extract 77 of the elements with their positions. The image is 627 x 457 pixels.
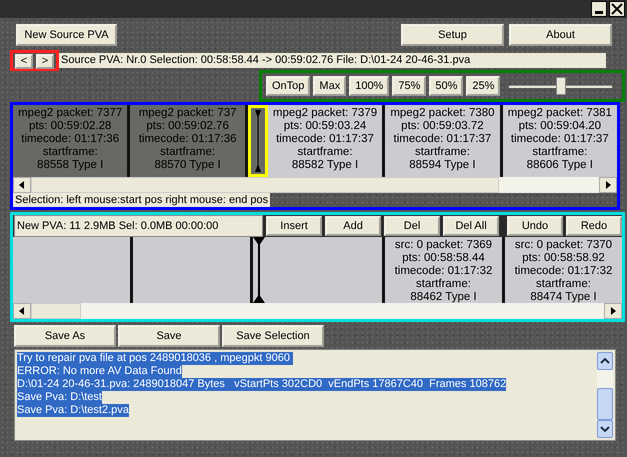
left-arrow-icon[interactable]: [19, 181, 25, 189]
info-field: Source PVA: Nr.0 Selection: 00:58:58.44 -> 00:59:02.76 File: D:\01-24 20-46-31.pva: [59, 52, 606, 68]
button[interactable]: 50%: [429, 76, 464, 96]
horizontal-scrollbar[interactable]: [13, 177, 617, 193]
frame-info: src: 0 packet: 7370: [514, 239, 612, 252]
frame-info: pts: 00:59:04.20: [518, 120, 602, 133]
frame-info: startframe:: [298, 146, 352, 159]
frame-info: timecode: 01:17:37: [276, 133, 374, 146]
close-icon: [611, 3, 623, 15]
frame-info: startframe:: [414, 146, 470, 159]
frame-info: src: 0 packet: 7369: [394, 239, 492, 252]
right-arrow-icon[interactable]: [605, 181, 611, 189]
button[interactable]: Max: [313, 76, 346, 96]
frame-info: mpeg2 packet: 737: [138, 107, 237, 120]
frame-info: startframe:: [416, 278, 471, 291]
frame-info: pts: 00:58:58.44: [402, 252, 485, 265]
frame-info: mpeg2 packet: 7381: [508, 107, 612, 120]
button[interactable]: New Source PVA: [16, 24, 117, 46]
frame-info: 88474 Type I: [530, 291, 597, 303]
frame-info: 88570 Type I: [154, 159, 221, 172]
frame-info: pts: 00:58:58.92: [522, 252, 605, 265]
button[interactable]: Del: [384, 216, 440, 236]
close-button[interactable]: [609, 1, 625, 17]
info-field: New PVA: 11 2.9MB Sel: 0.0MB 00:00:00: [14, 215, 264, 237]
right-arrow-icon[interactable]: [610, 307, 616, 315]
frame-info: startframe:: [536, 278, 591, 291]
frame-info: 88462 Type I: [410, 291, 477, 303]
left-arrow-icon[interactable]: [19, 307, 25, 315]
frame-info: startframe:: [532, 146, 588, 159]
position-cursor[interactable]: [253, 237, 265, 303]
button[interactable]: About: [509, 24, 612, 46]
frame-info: 88582 Type I: [292, 159, 358, 172]
frame-info: 88594 Type I: [409, 159, 476, 172]
minimize-button[interactable]: [591, 1, 607, 17]
status-text: Selection: left mouse:start pos right mouse: end pos: [13, 193, 270, 207]
scroll-thumb[interactable]: [31, 177, 499, 193]
scroll-thumb[interactable]: [597, 388, 613, 420]
button[interactable]: OnTop: [266, 76, 310, 96]
frame-info: timecode: 01:17:32: [514, 265, 612, 278]
position-cursor[interactable]: [248, 105, 268, 177]
frame-info: 88606 Type I: [526, 159, 593, 172]
button[interactable]: Del All: [443, 216, 500, 236]
button[interactable]: 25%: [466, 76, 500, 96]
slider-thumb[interactable]: [556, 77, 566, 95]
previous-button[interactable]: <: [15, 54, 33, 68]
frame-info: pts: 00:59:02.28: [28, 120, 112, 133]
frame-info: mpeg2 packet: 7380: [390, 107, 495, 120]
frame-info: 88558 Type I: [37, 159, 104, 172]
frame-cell[interactable]: mpeg2 packet: 7377 pts: 00:59:02.28 timecode: 01:17:36 startframe: 88558 Type I: [13, 105, 130, 177]
button[interactable]: Save: [118, 325, 220, 347]
button[interactable]: 100%: [349, 76, 390, 96]
frame-info: timecode: 01:17:36: [138, 133, 237, 146]
button[interactable]: Undo: [506, 216, 563, 236]
button[interactable]: Save As: [14, 325, 116, 347]
frame-info: timecode: 01:17:37: [394, 133, 492, 146]
button[interactable]: Save Selection: [222, 325, 324, 347]
scroll-thumb[interactable]: [31, 303, 81, 319]
frame-info: pts: 00:59:03.24: [284, 120, 366, 133]
next-button[interactable]: >: [36, 54, 54, 68]
frame-info: mpeg2 packet: 7379: [272, 107, 378, 120]
frame-info: mpeg2 packet: 7377: [18, 107, 122, 120]
frame-info: startframe:: [42, 146, 98, 159]
vertical-scrollbar[interactable]: [597, 352, 613, 438]
button[interactable]: Setup: [401, 24, 504, 46]
button[interactable]: 75%: [392, 76, 426, 96]
minimize-icon: [595, 10, 603, 14]
frame-info: timecode: 01:17:37: [510, 133, 609, 146]
frame-info: pts: 00:59:02.76: [146, 120, 229, 133]
button[interactable]: Add: [325, 216, 382, 236]
frame-info: pts: 00:59:03.72: [401, 120, 484, 133]
button[interactable]: Redo: [566, 216, 622, 236]
frame-info: timecode: 01:17:36: [21, 133, 120, 146]
frame-info: timecode: 01:17:32: [394, 265, 492, 278]
button[interactable]: Insert: [266, 216, 322, 236]
horizontal-scrollbar[interactable]: [13, 303, 622, 319]
frame-cell[interactable]: mpeg2 packet: 737 pts: 00:59:02.76 timecode: 01:17:36 startframe: 88570 Type I: [130, 105, 248, 177]
frame-info: startframe:: [160, 146, 216, 159]
